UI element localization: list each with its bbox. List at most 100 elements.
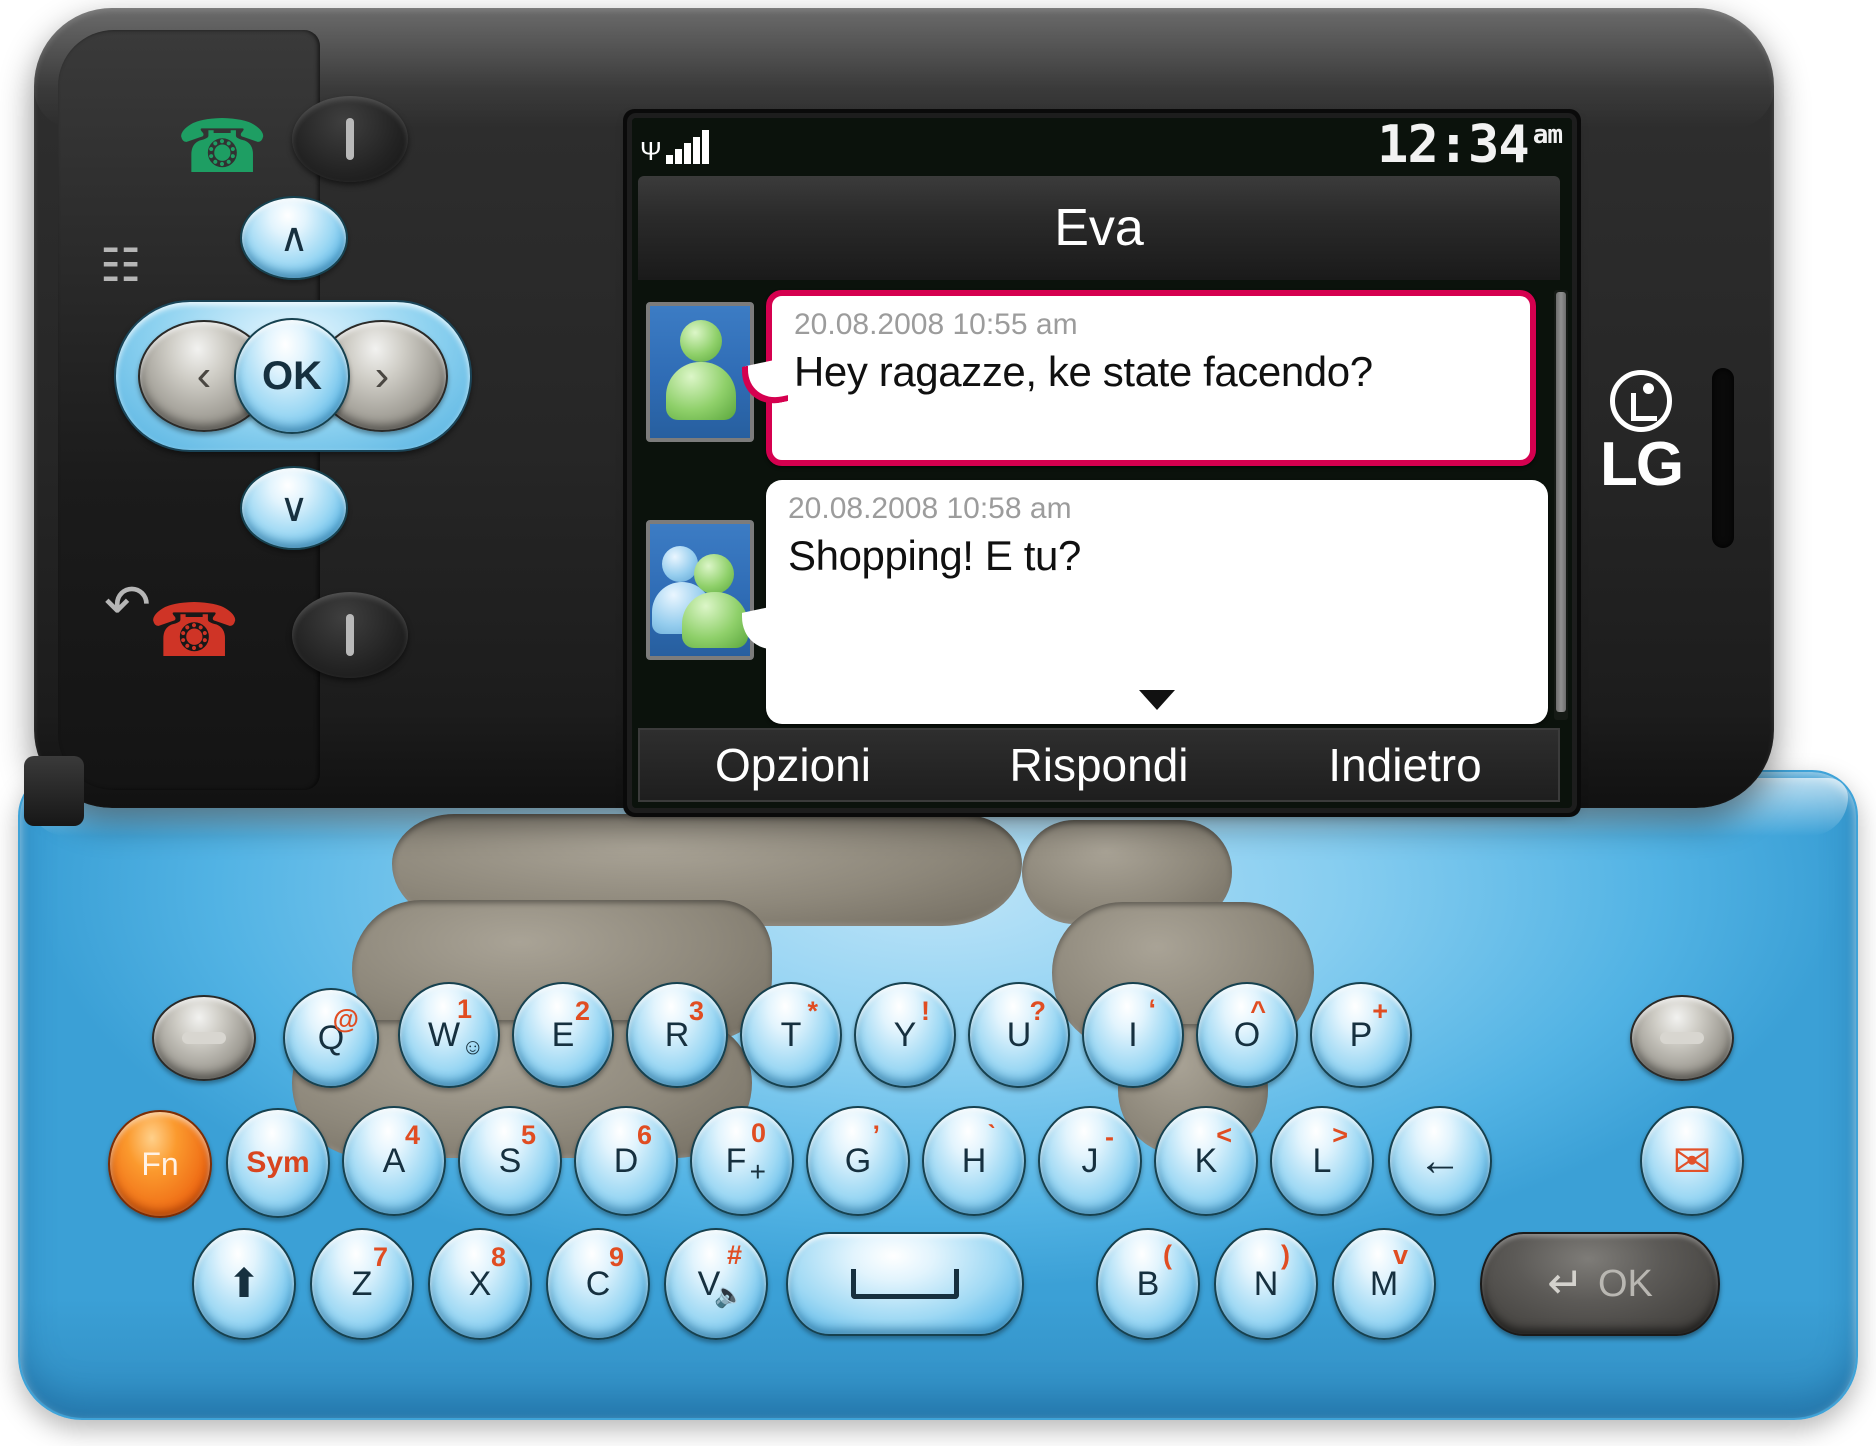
key-z-label: Z	[351, 1264, 373, 1303]
key-i[interactable]: I ‘	[1082, 982, 1184, 1088]
space-bar-icon	[851, 1269, 959, 1299]
key-x[interactable]: X 8	[428, 1228, 532, 1340]
call-end-icon[interactable]: ☎	[148, 588, 240, 674]
clear-back-icon[interactable]: ↶	[104, 572, 151, 638]
message-row[interactable]: 20.08.2008 10:58 am Shopping! E tu?	[638, 480, 1568, 730]
key-o[interactable]: O ^	[1196, 982, 1298, 1088]
smiley-icon: ☺	[461, 1034, 484, 1059]
key-b-alt: (	[1163, 1240, 1172, 1270]
key-e[interactable]: E 2	[512, 982, 614, 1088]
key-shift[interactable]: ⬆	[192, 1228, 296, 1340]
page-title: Eva	[1054, 199, 1144, 257]
key-d-label: D	[613, 1141, 639, 1180]
key-t[interactable]: T *	[740, 982, 842, 1088]
key-enter-ok[interactable]: ↵ OK	[1480, 1232, 1720, 1336]
right-soft-key-button[interactable]	[292, 592, 408, 678]
lg-wordmark: LG	[1600, 430, 1684, 499]
key-w-alt: 1	[456, 994, 472, 1024]
key-j[interactable]: J -	[1038, 1106, 1142, 1216]
soft-key-bar-icon	[346, 118, 354, 160]
key-a-label: A	[382, 1141, 406, 1180]
keyboard-recess-shape-top-right	[1022, 820, 1232, 924]
key-c-label: C	[585, 1264, 611, 1303]
key-l[interactable]: L >	[1270, 1106, 1374, 1216]
key-q[interactable]: Q @	[283, 988, 379, 1088]
earpiece-speaker-slot	[1712, 368, 1734, 548]
key-d[interactable]: D 6	[574, 1106, 678, 1216]
key-ok-label: OK	[1597, 1262, 1653, 1305]
plus-icon: +	[749, 1156, 766, 1187]
key-message[interactable]: ✉	[1640, 1106, 1744, 1216]
message-text: Hey ragazze, ke state facendo?	[794, 348, 1373, 395]
clock-ampm: am	[1532, 120, 1563, 151]
key-y[interactable]: Y !	[854, 982, 956, 1088]
nav-up-label: ∧	[279, 216, 309, 260]
nav-down-label: ∨	[279, 486, 309, 530]
softkey-right-back[interactable]: Indietro	[1252, 738, 1558, 792]
key-z[interactable]: Z 7	[310, 1228, 414, 1340]
message-bubble-highlighted[interactable]: 20.08.2008 10:55 am Hey ragazze, ke stat…	[766, 290, 1536, 466]
softkey-left-options[interactable]: Opzioni	[640, 738, 946, 792]
key-l-alt: >	[1332, 1120, 1348, 1150]
key-m-label: M	[1369, 1264, 1399, 1303]
mute-icon: 🔈	[714, 1282, 744, 1309]
key-v[interactable]: V # 🔈	[664, 1228, 768, 1340]
key-f-label: F	[725, 1141, 747, 1180]
key-c-alt: 9	[608, 1242, 624, 1272]
signal-bars-icon: Ψ	[640, 128, 709, 164]
key-w[interactable]: W 1 ☺	[398, 982, 500, 1088]
call-send-icon[interactable]: ☎	[176, 104, 268, 190]
softkey-center-reply[interactable]: Rispondi	[946, 738, 1252, 792]
keyboard-left-softkey[interactable]	[152, 995, 256, 1081]
key-n[interactable]: N )	[1214, 1228, 1318, 1340]
key-x-alt: 8	[490, 1242, 506, 1272]
key-d-alt: 6	[636, 1120, 652, 1150]
key-p[interactable]: P +	[1310, 982, 1412, 1088]
key-c[interactable]: C 9	[546, 1228, 650, 1340]
key-k-label: K	[1194, 1141, 1218, 1180]
message-list: 20.08.2008 10:55 am Hey ragazze, ke stat…	[638, 284, 1568, 724]
key-f[interactable]: F 0 +	[690, 1106, 794, 1216]
antenna-glyph: Ψ	[640, 136, 662, 166]
key-sym-label: Sym	[246, 1146, 310, 1179]
avatar-head-green	[694, 554, 734, 594]
key-h-label: H	[961, 1141, 987, 1180]
key-r[interactable]: R 3	[626, 982, 728, 1088]
message-bubble[interactable]: 20.08.2008 10:58 am Shopping! E tu?	[766, 480, 1548, 724]
key-s[interactable]: S 5	[458, 1106, 562, 1216]
key-b[interactable]: B (	[1096, 1228, 1200, 1340]
key-backspace[interactable]: ←	[1388, 1106, 1492, 1216]
key-j-label: J	[1081, 1141, 1099, 1180]
keyboard-right-softkey[interactable]	[1630, 995, 1734, 1081]
soft-key-bar-icon	[182, 1032, 226, 1044]
contacts-icon[interactable]: ☷	[100, 238, 141, 292]
key-h[interactable]: H ˋ	[922, 1106, 1026, 1216]
key-space[interactable]	[786, 1232, 1024, 1336]
key-g[interactable]: G ’	[806, 1106, 910, 1216]
key-m[interactable]: M v	[1332, 1228, 1436, 1340]
key-s-label: S	[498, 1141, 522, 1180]
key-g-label: G	[844, 1141, 872, 1180]
key-p-label: P	[1349, 1015, 1373, 1054]
lg-logo-icon: LG	[1600, 370, 1684, 499]
key-sym[interactable]: Sym	[226, 1108, 330, 1218]
nav-left-label: ‹	[196, 351, 212, 400]
key-o-alt: ^	[1250, 996, 1266, 1026]
nav-down-button[interactable]: ∨	[240, 466, 348, 550]
key-a[interactable]: A 4	[342, 1106, 446, 1216]
key-fn[interactable]: Fn	[108, 1110, 212, 1218]
key-k[interactable]: K <	[1154, 1106, 1258, 1216]
key-w-label: W	[427, 1015, 461, 1054]
key-fn-label: Fn	[141, 1145, 179, 1182]
key-y-alt: !	[921, 996, 930, 1026]
status-bar: Ψ 12:34 am	[632, 118, 1572, 174]
nav-ok-button[interactable]: OK	[234, 318, 350, 434]
lg-face-mark	[1610, 370, 1673, 432]
nav-right-label: ›	[374, 351, 390, 400]
left-soft-key-button[interactable]	[292, 96, 408, 182]
key-u[interactable]: U ?	[968, 982, 1070, 1088]
soft-key-bar: Opzioni Rispondi Indietro	[638, 728, 1560, 802]
message-row[interactable]: 20.08.2008 10:55 am Hey ragazze, ke stat…	[638, 284, 1568, 470]
nav-up-button[interactable]: ∧	[240, 196, 348, 280]
scroll-down-arrow-icon[interactable]	[1139, 690, 1175, 710]
